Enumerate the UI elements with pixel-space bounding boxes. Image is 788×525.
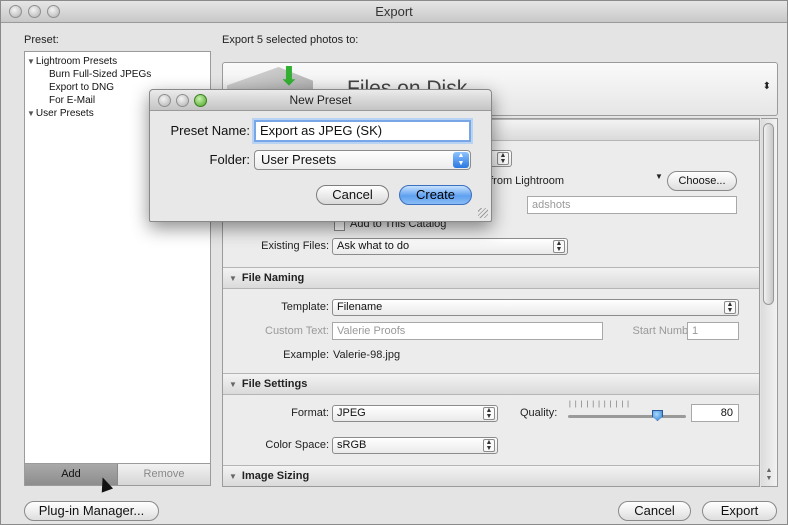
color-space-popup[interactable]: sRGB ▲ ▼ bbox=[332, 437, 498, 454]
quality-slider[interactable] bbox=[568, 415, 686, 418]
window-titlebar[interactable]: Export bbox=[1, 1, 787, 23]
template-popup[interactable]: Filename ▲ ▼ bbox=[332, 299, 739, 316]
export-to-label: Export 5 selected photos to: bbox=[222, 34, 359, 46]
folder-field[interactable]: adshots bbox=[527, 196, 737, 214]
dropdown-triangle-icon[interactable]: ▼ bbox=[655, 172, 663, 181]
remove-preset-button[interactable]: Remove bbox=[118, 464, 210, 485]
dialog-titlebar[interactable]: New Preset bbox=[150, 90, 491, 111]
new-preset-dialog: New Preset Preset Name: Export as JPEG (… bbox=[149, 89, 492, 222]
custom-text-label: Custom Text: bbox=[265, 325, 329, 337]
zoom-icon[interactable] bbox=[194, 94, 207, 107]
minimize-icon[interactable] bbox=[176, 94, 189, 107]
scroll-arrows-icon[interactable]: ▲ ▼ bbox=[764, 467, 774, 483]
popup-arrows-icon: ▲ ▼ bbox=[453, 152, 469, 168]
example-value: Valerie-98.jpg bbox=[333, 349, 401, 361]
existing-files-popup[interactable]: Ask what to do ▲ ▼ bbox=[332, 238, 568, 255]
minimize-icon[interactable] bbox=[28, 5, 41, 18]
destination-stepper-icon[interactable]: ⬍ bbox=[763, 81, 771, 92]
dialog-cancel-button[interactable]: Cancel bbox=[316, 185, 389, 205]
disclosure-triangle-icon[interactable]: ▼ bbox=[27, 107, 35, 120]
dialog-title: New Preset bbox=[289, 93, 352, 107]
popup-arrows-icon: ▲ ▼ bbox=[497, 152, 509, 165]
choose-button[interactable]: Choose... bbox=[667, 171, 737, 191]
popup-arrows-icon: ▲ ▼ bbox=[724, 301, 736, 314]
file-naming-header[interactable]: ▼ File Naming bbox=[223, 267, 759, 289]
start-number-field[interactable]: 1 bbox=[687, 322, 739, 340]
existing-files-label: Existing Files: bbox=[261, 240, 329, 252]
quality-slider-ticks: ||||||||||| bbox=[569, 401, 634, 408]
disclosure-triangle-icon[interactable]: ▼ bbox=[229, 269, 237, 289]
quality-label: Quality: bbox=[520, 407, 558, 419]
disclosure-triangle-icon[interactable]: ▼ bbox=[229, 375, 237, 395]
folder-popup[interactable]: User Presets ▲ ▼ bbox=[254, 150, 471, 170]
disclosure-triangle-icon[interactable]: ▼ bbox=[27, 55, 35, 68]
resize-grip-icon[interactable] bbox=[478, 208, 488, 218]
disclosure-triangle-icon[interactable]: ▼ bbox=[229, 467, 237, 486]
custom-text-field[interactable]: Valerie Proofs bbox=[332, 322, 603, 340]
preset-name-input[interactable]: Export as JPEG (SK) bbox=[254, 120, 471, 142]
settings-scrollbar[interactable]: ▲ ▼ bbox=[761, 118, 778, 487]
plugin-manager-button[interactable]: Plug-in Manager... bbox=[24, 501, 159, 521]
close-icon[interactable] bbox=[9, 5, 22, 18]
cancel-button[interactable]: Cancel bbox=[618, 501, 691, 521]
export-button[interactable]: Export bbox=[702, 501, 777, 521]
image-sizing-header[interactable]: ▼ Image Sizing bbox=[223, 465, 759, 486]
quality-field[interactable]: 80 bbox=[691, 404, 739, 422]
export-window: Export Preset: Export 5 selected photos … bbox=[0, 0, 788, 525]
format-label: Format: bbox=[291, 407, 329, 419]
preset-name-label: Preset Name: bbox=[170, 123, 250, 138]
window-controls bbox=[9, 5, 60, 18]
format-popup[interactable]: JPEG ▲ ▼ bbox=[332, 405, 498, 422]
preset-list-buttons: Add Remove bbox=[24, 464, 211, 486]
dialog-window-controls bbox=[158, 94, 207, 107]
color-space-label: Color Space: bbox=[265, 439, 329, 451]
quality-slider-knob[interactable] bbox=[652, 410, 663, 421]
preset-folder-lightroom[interactable]: ▼Lightroom Presets bbox=[25, 55, 210, 68]
scrollbar-thumb[interactable] bbox=[763, 123, 774, 305]
popup-arrows-icon: ▲ ▼ bbox=[553, 240, 565, 253]
close-icon[interactable] bbox=[158, 94, 171, 107]
template-label: Template: bbox=[281, 301, 329, 313]
preset-label: Preset: bbox=[24, 34, 59, 46]
zoom-icon[interactable] bbox=[47, 5, 60, 18]
popup-arrows-icon: ▲ ▼ bbox=[483, 407, 495, 420]
file-settings-header[interactable]: ▼ File Settings bbox=[223, 373, 759, 395]
example-label: Example: bbox=[283, 349, 329, 361]
preset-item-burn-jpegs[interactable]: Burn Full-Sized JPEGs bbox=[25, 68, 210, 81]
window-title: Export bbox=[375, 4, 413, 19]
folder-label: Folder: bbox=[209, 152, 250, 167]
dialog-create-button[interactable]: Create bbox=[399, 185, 472, 205]
popup-arrows-icon: ▲ ▼ bbox=[483, 439, 495, 452]
download-arrow-icon: ⬇ bbox=[278, 62, 300, 91]
